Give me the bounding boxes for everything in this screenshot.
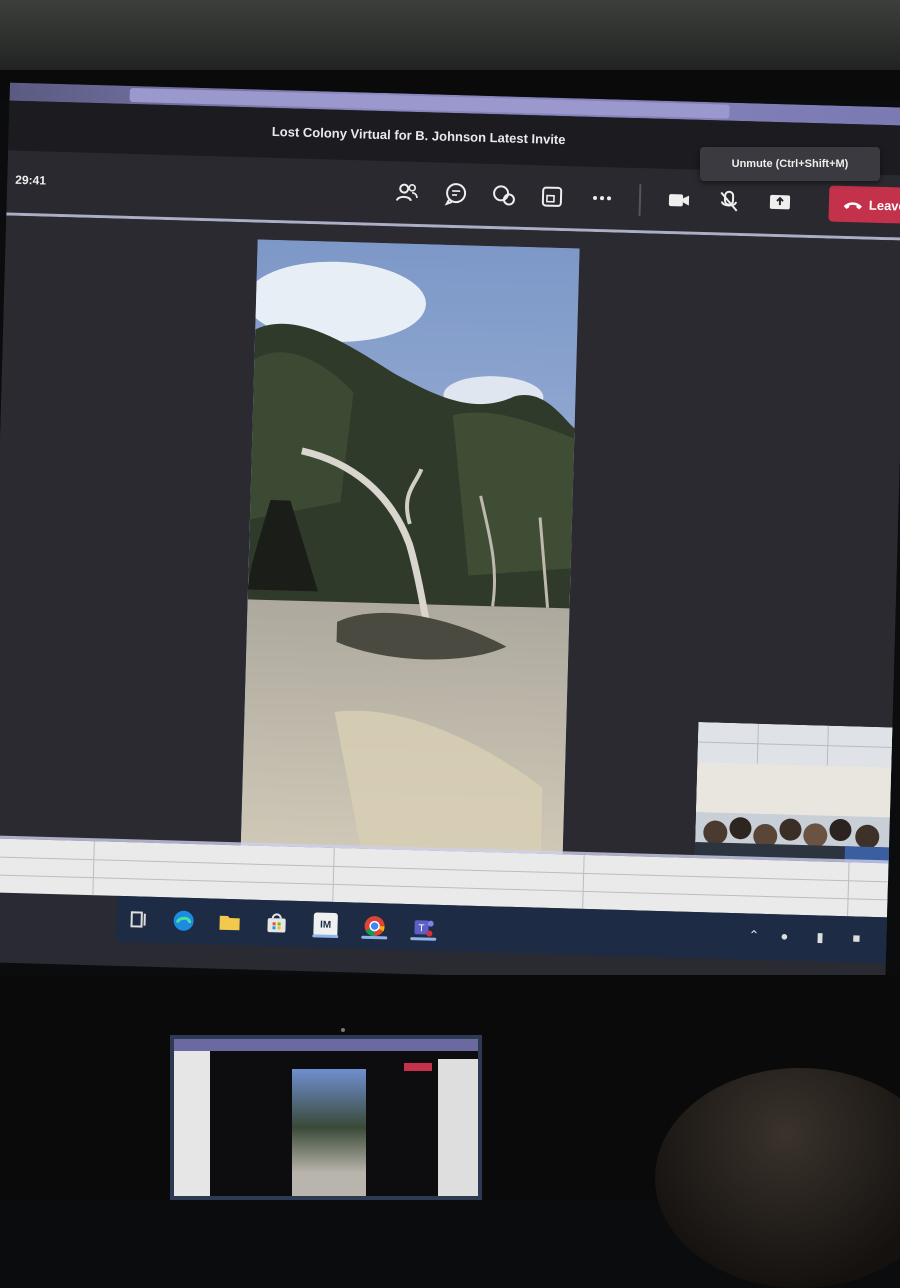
more-button[interactable] [585,181,620,216]
folder-icon[interactable]: ■ [852,930,860,945]
laptop-leave-button [404,1063,432,1071]
store-icon [264,911,289,936]
app-im-label: IM [320,919,331,930]
share-button[interactable] [762,186,797,221]
toolbar-divider [639,184,642,216]
monitor-screen: Lost Colony Virtual for B. Johnson Lates… [0,83,900,988]
people-button[interactable] [390,175,425,210]
notification-icon[interactable]: ● [780,928,788,943]
chat-button[interactable] [439,177,474,212]
task-view-icon [127,907,152,932]
meeting-timer: 29:41 [15,173,46,188]
svg-text:T: T [418,923,424,934]
laptop-spreadsheet [174,1051,210,1200]
app-im-icon: IM [313,912,338,937]
camera-icon [666,187,693,214]
people-icon [394,179,421,206]
leave-button[interactable]: Leave [828,185,900,224]
file-explorer-icon [217,910,242,935]
chevron-up-icon[interactable]: ⌃ [748,928,759,944]
file-explorer-button[interactable] [214,907,245,938]
active-indicator [361,936,387,940]
chrome-icon [362,914,387,939]
laptop-screen [170,1035,482,1200]
laptop-sidebar [438,1059,478,1200]
im-app-button[interactable]: IM [310,909,341,940]
laptop-shared-video [292,1069,366,1199]
microphone-button[interactable] [711,184,746,219]
laptop-title-bar [174,1039,478,1051]
share-screen-icon [767,190,794,217]
chat-icon [443,181,470,208]
tooltip-text: Unmute (Ctrl+Shift+M) [732,158,849,170]
mic-icon[interactable]: ▮ [816,929,824,945]
task-view-button[interactable] [124,904,155,935]
chrome-button[interactable] [359,911,390,942]
reactions-icon [491,182,518,209]
edge-button[interactable] [168,905,199,936]
rooms-button[interactable] [535,179,570,214]
more-icon [589,185,616,212]
microphone-muted-icon [716,188,743,215]
phone-hangup-icon [843,198,863,210]
teams-button[interactable]: T [408,912,439,943]
reactions-button[interactable] [487,178,522,213]
unmute-tooltip: Unmute (Ctrl+Shift+M) [700,147,880,181]
active-indicator [312,934,338,938]
edge-icon [171,908,196,933]
leave-label: Leave [869,197,900,213]
camera-button[interactable] [662,183,697,218]
rooms-icon [539,183,566,210]
forest-scene [241,240,580,855]
active-indicator [410,937,436,941]
shared-video[interactable] [241,240,580,855]
teams-icon: T [411,915,436,940]
camera-indicator [341,1028,345,1032]
store-button[interactable] [261,908,292,939]
